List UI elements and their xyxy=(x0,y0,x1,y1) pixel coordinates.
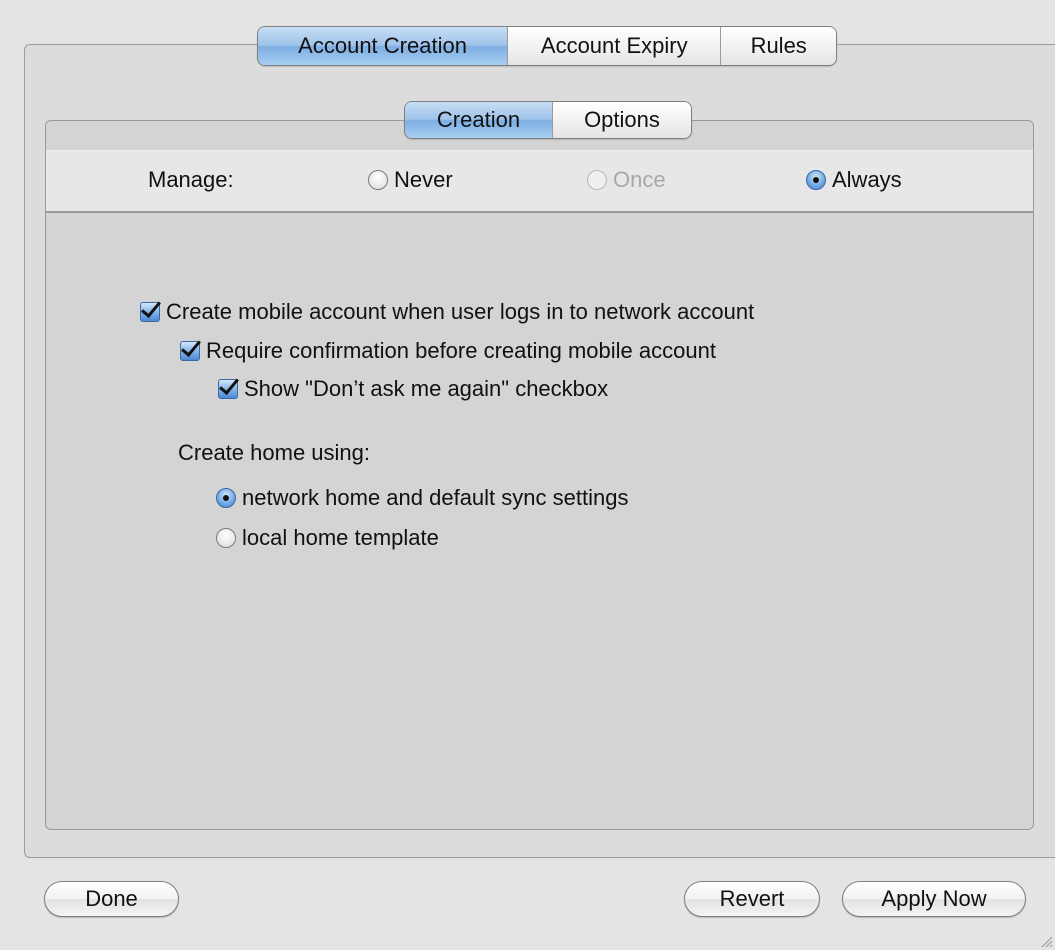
apply-now-button[interactable]: Apply Now xyxy=(842,881,1026,917)
inner-tab-bar: Creation Options xyxy=(404,101,692,139)
manage-always-radio[interactable]: Always xyxy=(806,167,902,193)
radio-unchecked-icon[interactable] xyxy=(216,528,236,548)
local-home-template-label: local home template xyxy=(242,525,439,550)
manage-never-label: Never xyxy=(394,167,453,192)
outer-tab-bar: Account Creation Account Expiry Rules xyxy=(257,26,837,66)
resize-grip-icon[interactable] xyxy=(1039,934,1053,948)
manage-never-radio[interactable]: Never xyxy=(368,167,453,193)
checkmark-icon[interactable] xyxy=(180,341,200,361)
radio-checked-icon[interactable] xyxy=(216,488,236,508)
radio-checked-icon[interactable] xyxy=(806,170,826,190)
radio-disabled-icon xyxy=(587,170,607,190)
checkmark-icon[interactable] xyxy=(140,302,160,322)
manage-once-label: Once xyxy=(613,167,666,192)
manage-label: Manage: xyxy=(148,167,234,192)
require-confirmation-checkbox[interactable]: Require confirmation before creating mob… xyxy=(180,338,716,364)
show-dont-ask-label: Show "Don’t ask me again" checkbox xyxy=(244,376,609,401)
create-mobile-account-checkbox[interactable]: Create mobile account when user logs in … xyxy=(140,299,754,325)
manage-once-radio: Once xyxy=(587,167,666,193)
network-home-label: network home and default sync settings xyxy=(242,485,629,510)
local-home-template-radio[interactable]: local home template xyxy=(216,525,439,551)
radio-unchecked-icon[interactable] xyxy=(368,170,388,190)
tab-creation[interactable]: Creation xyxy=(405,102,552,138)
tab-options[interactable]: Options xyxy=(551,102,691,138)
tab-rules[interactable]: Rules xyxy=(720,27,836,65)
done-button[interactable]: Done xyxy=(44,881,179,917)
tab-account-expiry[interactable]: Account Expiry xyxy=(507,27,721,65)
create-home-label: Create home using: xyxy=(178,440,370,465)
checkmark-icon[interactable] xyxy=(218,379,238,399)
revert-button[interactable]: Revert xyxy=(684,881,820,917)
create-mobile-account-label: Create mobile account when user logs in … xyxy=(166,299,755,324)
require-confirmation-label: Require confirmation before creating mob… xyxy=(206,338,716,363)
creation-panel xyxy=(45,120,1034,830)
tab-account-creation[interactable]: Account Creation xyxy=(258,27,508,65)
network-home-radio[interactable]: network home and default sync settings xyxy=(216,485,628,511)
manage-always-label: Always xyxy=(832,167,902,192)
show-dont-ask-checkbox[interactable]: Show "Don’t ask me again" checkbox xyxy=(218,376,608,402)
